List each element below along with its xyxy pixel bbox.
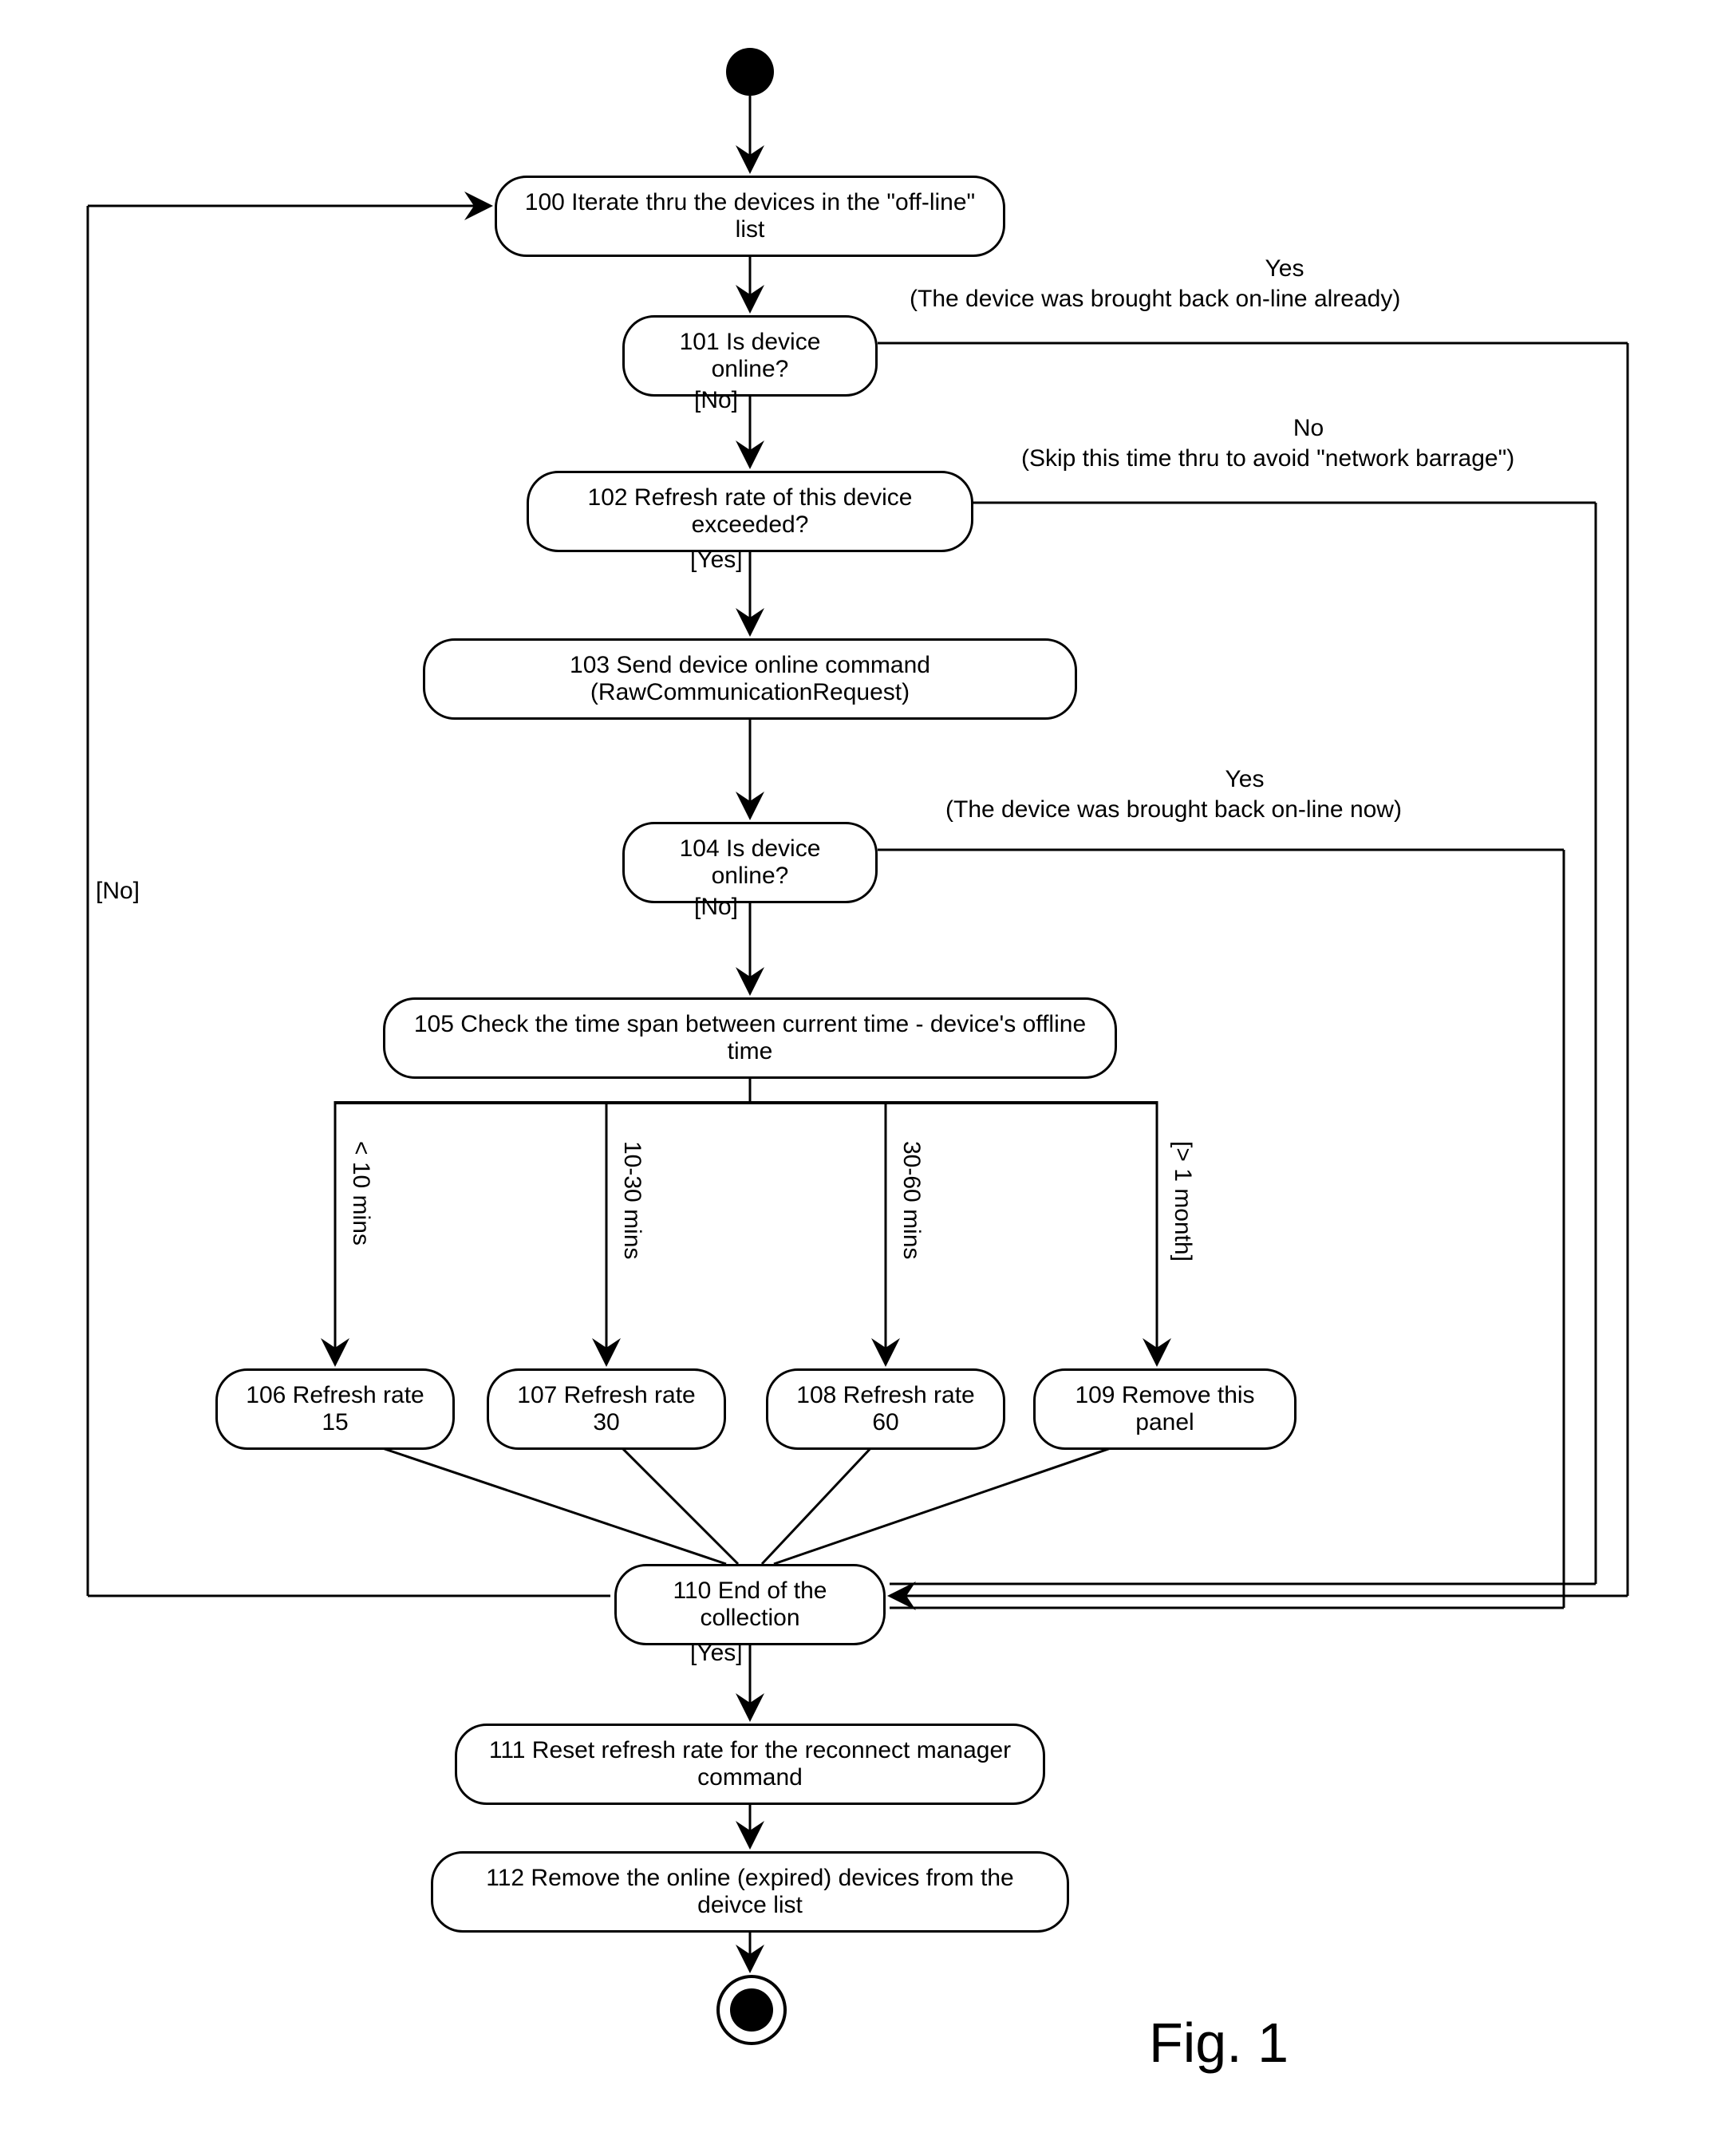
node-112-text: 112 Remove the online (expired) devices … bbox=[452, 1865, 1048, 1919]
node-109: 109 Remove this panel bbox=[1033, 1368, 1297, 1450]
node-111-text: 111 Reset refresh rate for the reconnect… bbox=[476, 1737, 1024, 1791]
end-node-inner bbox=[730, 1988, 773, 2032]
node-104-text: 104 Is device online? bbox=[644, 835, 856, 890]
node-102-text: 102 Refresh rate of this device exceeded… bbox=[548, 484, 952, 539]
figure-label: Fig. 1 bbox=[1149, 2011, 1289, 2075]
branch-label-108: 30-60 mins bbox=[898, 1141, 925, 1259]
edge-104-no: [No] bbox=[694, 894, 738, 921]
branch-bar bbox=[335, 1101, 1157, 1104]
node-105: 105 Check the time span between current … bbox=[383, 997, 1117, 1079]
edge-104-yes-line2: (The device was brought back on-line now… bbox=[945, 796, 1402, 823]
node-110: 110 End of the collection bbox=[614, 1564, 886, 1645]
node-111: 111 Reset refresh rate for the reconnect… bbox=[455, 1724, 1045, 1805]
edge-102-yes: [Yes] bbox=[690, 547, 743, 574]
branch-label-109: [> 1 month] bbox=[1169, 1141, 1196, 1262]
edge-102-no-line1: No bbox=[1013, 415, 1604, 442]
node-108: 108 Refresh rate 60 bbox=[766, 1368, 1005, 1450]
flowchart-canvas: 100 Iterate thru the devices in the "off… bbox=[32, 32, 1677, 2124]
node-106-text: 106 Refresh rate 15 bbox=[237, 1382, 433, 1436]
edge-101-yes-line1: Yes bbox=[926, 255, 1644, 282]
node-107: 107 Refresh rate 30 bbox=[487, 1368, 726, 1450]
node-104: 104 Is device online? bbox=[622, 822, 878, 903]
node-106: 106 Refresh rate 15 bbox=[215, 1368, 455, 1450]
start-node bbox=[726, 48, 774, 96]
node-107-text: 107 Refresh rate 30 bbox=[508, 1382, 705, 1436]
edge-101-no: [No] bbox=[694, 387, 738, 414]
end-node bbox=[716, 1975, 787, 2045]
branch-label-107: 10-30 mins bbox=[618, 1141, 645, 1259]
branch-label-106: < 10 mins bbox=[347, 1141, 374, 1246]
node-103-text: 103 Send device online command (RawCommu… bbox=[444, 652, 1056, 706]
node-102: 102 Refresh rate of this device exceeded… bbox=[527, 471, 973, 552]
node-100-text: 100 Iterate thru the devices in the "off… bbox=[516, 189, 984, 243]
node-105-text: 105 Check the time span between current … bbox=[405, 1011, 1095, 1065]
edge-104-yes-line1: Yes bbox=[926, 766, 1564, 793]
edge-110-no: [No] bbox=[96, 878, 140, 905]
edge-101-yes-line2: (The device was brought back on-line alr… bbox=[910, 286, 1400, 313]
node-100: 100 Iterate thru the devices in the "off… bbox=[495, 176, 1005, 257]
node-101: 101 Is device online? bbox=[622, 315, 878, 397]
node-109-text: 109 Remove this panel bbox=[1055, 1382, 1275, 1436]
node-101-text: 101 Is device online? bbox=[644, 329, 856, 383]
node-103: 103 Send device online command (RawCommu… bbox=[423, 638, 1077, 720]
edge-110-yes: [Yes] bbox=[690, 1640, 743, 1667]
node-108-text: 108 Refresh rate 60 bbox=[787, 1382, 984, 1436]
node-110-text: 110 End of the collection bbox=[636, 1578, 864, 1632]
node-112: 112 Remove the online (expired) devices … bbox=[431, 1851, 1069, 1933]
edge-102-no-line2: (Skip this time thru to avoid "network b… bbox=[1021, 445, 1514, 472]
